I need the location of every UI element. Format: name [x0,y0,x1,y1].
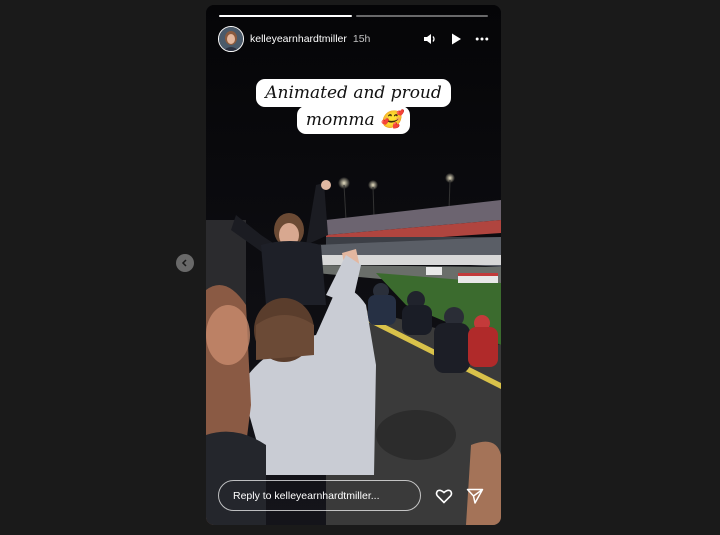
more-options-button[interactable] [475,32,489,46]
avatar[interactable] [218,26,244,52]
reply-input[interactable]: Reply to kelleyearnhardtmiller... [218,480,421,511]
caption-line: Animated and proud [256,79,451,107]
username[interactable]: kelleyearnhardtmiller [250,33,347,45]
more-icon [475,37,489,41]
chevron-left-icon [181,259,187,267]
story-caption: Animated and proud momma 🥰 [206,79,501,134]
caption-line: momma 🥰 [296,106,411,134]
send-icon[interactable] [466,487,484,505]
story-viewer[interactable]: kelleyearnhardtmiller 15h Animated and p… [206,5,501,525]
previous-story-button[interactable] [176,254,194,272]
story-controls [423,32,489,46]
avatar-image [219,27,243,51]
progress-segment [219,15,352,17]
progress-segment [355,15,488,17]
sound-button[interactable] [423,32,437,46]
volume-icon [424,34,435,44]
heart-icon[interactable] [435,487,453,505]
play-icon [452,33,461,45]
story-header: kelleyearnhardtmiller 15h [218,25,489,53]
play-button[interactable] [449,32,463,46]
timestamp: 15h [352,33,371,45]
reply-placeholder: Reply to kelleyearnhardtmiller... [233,489,380,502]
story-progress [219,15,488,17]
